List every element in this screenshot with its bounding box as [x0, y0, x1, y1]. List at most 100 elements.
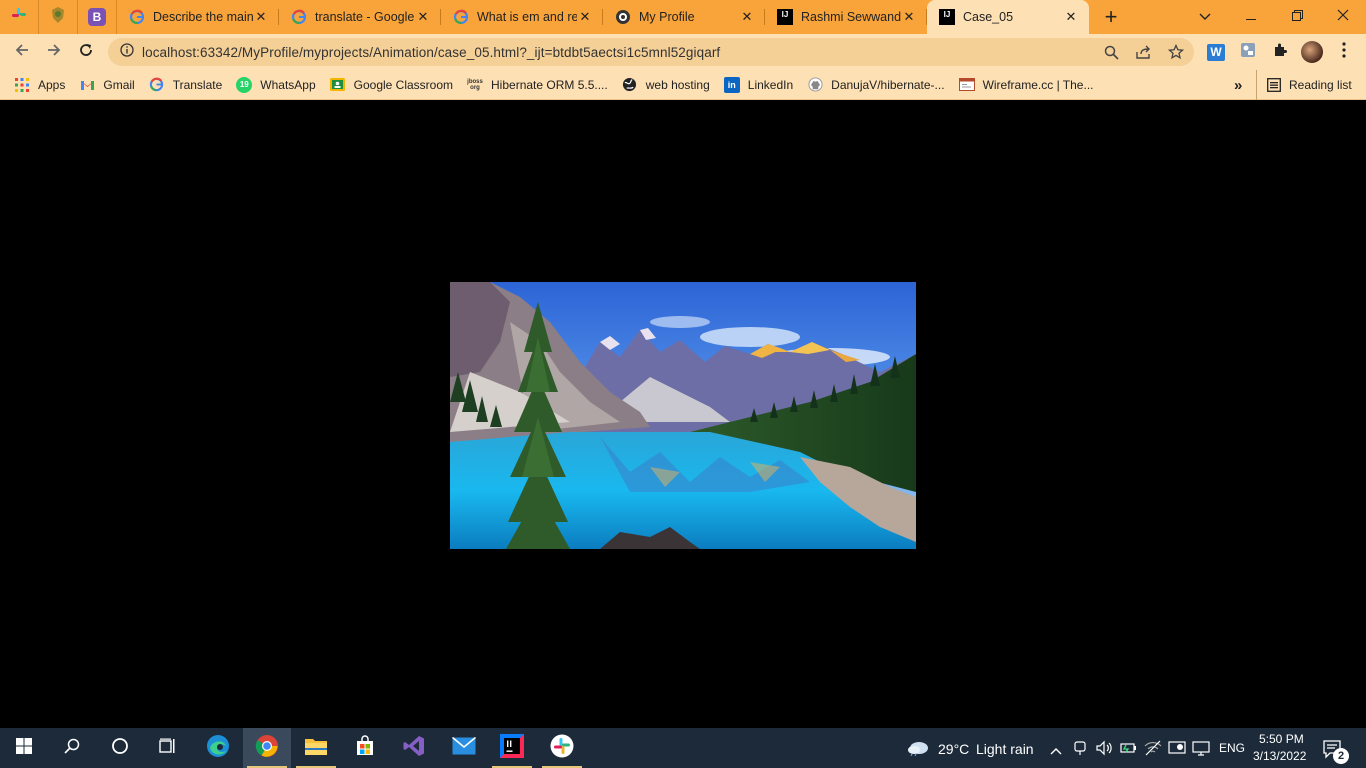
menu-button[interactable]	[1330, 34, 1358, 70]
bookmark-label: Wireframe.cc | The...	[982, 77, 1094, 92]
word-extension-button[interactable]: W	[1202, 34, 1230, 70]
bookmark-github[interactable]: DanujaV/hibernate-...	[805, 73, 952, 97]
bookmark-whatsapp[interactable]: 19 WhatsApp	[234, 73, 323, 97]
clock-time[interactable]: 5:50 PM	[1259, 732, 1304, 746]
meet-now-icon[interactable]	[1074, 740, 1088, 761]
tab-title: Case_05	[963, 10, 1014, 24]
pinned-tab-bootstrap[interactable]: B	[78, 0, 117, 34]
info-icon[interactable]	[120, 42, 134, 62]
close-icon[interactable]: ✕	[577, 9, 593, 25]
puzzle-extension-button[interactable]	[1234, 34, 1262, 70]
tab-title: What is em and re	[477, 10, 577, 24]
classroom-icon	[330, 77, 346, 93]
tab-title: Rashmi Sewwandi	[801, 10, 901, 24]
pinned-tab-crest[interactable]	[39, 0, 78, 34]
bookmark-web-hosting[interactable]: web hosting	[620, 73, 718, 97]
chevron-up-icon[interactable]	[1050, 742, 1062, 760]
forward-button[interactable]	[38, 36, 70, 68]
zoom-icon[interactable]	[1103, 44, 1119, 60]
whatsapp-icon: 19	[236, 76, 253, 93]
taskbar-file-explorer[interactable]	[292, 728, 340, 768]
close-icon[interactable]: ✕	[253, 9, 269, 25]
bookmark-hibernate[interactable]: jboss org Hibernate ORM 5.5....	[465, 73, 616, 97]
taskbar-visual-studio[interactable]	[390, 728, 438, 768]
tab-what-is-em[interactable]: What is em and re ✕	[441, 0, 603, 34]
taskbar-chrome[interactable]	[243, 728, 291, 768]
tab-my-profile[interactable]: My Profile ✕	[603, 0, 765, 34]
share-icon[interactable]	[1136, 44, 1152, 60]
close-icon[interactable]: ✕	[1063, 9, 1079, 25]
display-icon[interactable]	[1192, 740, 1210, 761]
google-icon	[149, 77, 165, 93]
language-indicator[interactable]: ENG	[1219, 741, 1245, 755]
new-tab-button[interactable]: +	[1089, 0, 1133, 34]
taskbar-edge[interactable]	[194, 728, 242, 768]
mail-icon	[451, 736, 477, 760]
close-icon[interactable]: ✕	[739, 9, 755, 25]
bookmark-classroom[interactable]: Google Classroom	[328, 73, 461, 97]
reading-list-button[interactable]: Reading list	[1256, 70, 1352, 100]
volume-icon[interactable]	[1096, 740, 1114, 761]
url-text[interactable]: localhost:63342/MyProfile/myprojects/Ani…	[142, 45, 720, 60]
jboss-icon: jboss org	[467, 78, 483, 91]
taskbar-slack[interactable]	[538, 728, 586, 768]
bookmark-gmail[interactable]: Gmail	[77, 73, 142, 97]
cortana-button[interactable]	[96, 728, 144, 768]
back-button[interactable]	[6, 36, 38, 68]
taskbar-store[interactable]	[341, 728, 389, 768]
tab-describe[interactable]: Describe the main ✕	[117, 0, 279, 34]
close-icon	[1337, 8, 1349, 26]
taskbar: 29°C Light rain ENG 5:50 PM 3/13/2022 2	[0, 728, 1366, 768]
tab-rashmi[interactable]: IJ Rashmi Sewwandi ✕	[765, 0, 927, 34]
close-window-button[interactable]	[1320, 0, 1366, 34]
battery-icon[interactable]	[1120, 740, 1138, 761]
bookmark-label: web hosting	[645, 77, 710, 92]
bookmark-linkedin[interactable]: in LinkedIn	[722, 73, 801, 97]
start-button[interactable]	[0, 728, 48, 768]
puzzle-icon	[1272, 42, 1288, 63]
intellij-icon: IJ	[939, 9, 955, 25]
google-icon	[291, 9, 307, 25]
bookmark-apps[interactable]: Apps	[12, 73, 73, 97]
close-icon[interactable]: ✕	[901, 9, 917, 25]
tab-title: My Profile	[639, 10, 695, 24]
weather-temperature[interactable]: 29°C	[938, 741, 969, 757]
tab-search-button[interactable]	[1190, 0, 1220, 34]
network-off-icon[interactable]	[1144, 740, 1162, 761]
profile-button[interactable]	[1298, 34, 1326, 70]
clock-date[interactable]: 3/13/2022	[1253, 749, 1306, 763]
pinned-tab-slack[interactable]	[0, 0, 39, 34]
gmail-icon	[79, 77, 95, 93]
intellij-letters: IJ	[943, 10, 951, 19]
browser-toolbar: localhost:63342/MyProfile/myprojects/Ani…	[0, 34, 1366, 70]
slack-icon	[11, 7, 27, 28]
address-bar[interactable]: localhost:63342/MyProfile/myprojects/Ani…	[108, 38, 1194, 66]
page-content	[0, 101, 1366, 728]
bootstrap-letter: B	[92, 10, 102, 24]
cloud-rain-icon[interactable]	[906, 740, 930, 761]
taskbar-intellij[interactable]	[488, 728, 536, 768]
reload-button[interactable]	[70, 36, 102, 68]
extensions-button[interactable]	[1266, 34, 1294, 70]
bookmark-label: WhatsApp	[260, 77, 316, 92]
search-button[interactable]	[48, 728, 96, 768]
reading-list-label: Reading list	[1289, 78, 1352, 92]
tab-translate[interactable]: translate - Google ✕	[279, 0, 441, 34]
security-icon[interactable]	[1168, 740, 1186, 761]
github-icon	[807, 77, 823, 93]
bookmark-star-icon[interactable]	[1168, 44, 1184, 60]
task-view-button[interactable]	[144, 728, 192, 768]
bookmark-wireframe[interactable]: Wireframe.cc | The...	[957, 73, 1102, 97]
bookmark-label: Translate	[172, 77, 223, 92]
intellij-icon	[500, 733, 524, 763]
close-icon[interactable]: ✕	[415, 9, 431, 25]
restore-button[interactable]	[1274, 0, 1320, 34]
bookmarks-overflow-button[interactable]: »	[1234, 70, 1242, 100]
bookmark-translate[interactable]: Translate	[147, 73, 231, 97]
tab-case-05[interactable]: IJ Case_05 ✕	[927, 0, 1089, 34]
minimize-button[interactable]	[1228, 0, 1274, 34]
mountain-lake-illustration	[450, 282, 916, 549]
taskbar-mail[interactable]	[440, 728, 488, 768]
weather-description[interactable]: Light rain	[976, 741, 1034, 757]
tab-strip: B Describe the main ✕ translate - Google…	[0, 0, 1366, 34]
